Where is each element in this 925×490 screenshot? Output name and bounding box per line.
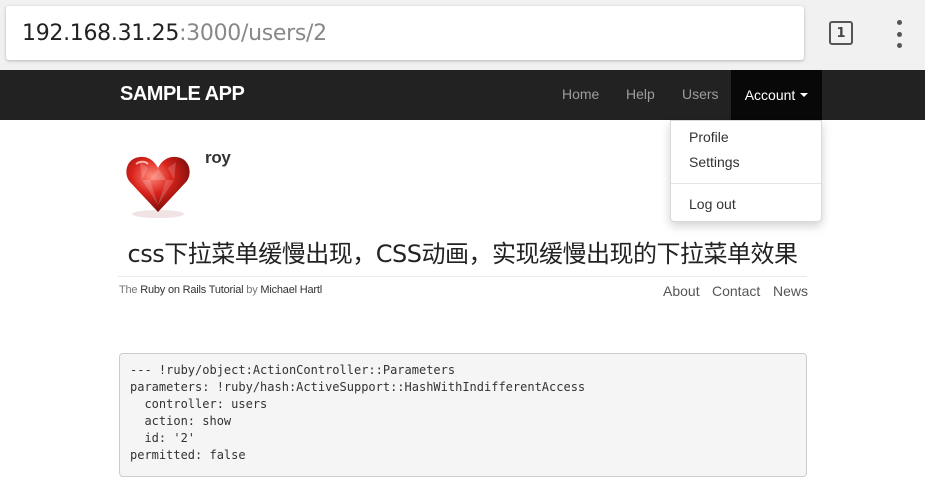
more-vertical-icon[interactable]: [893, 20, 905, 48]
heart-gem-icon: [122, 150, 194, 220]
footer-text-prefix: The: [119, 284, 141, 296]
debug-line: permitted: false: [130, 448, 246, 462]
url-path: :3000/users/2: [179, 20, 327, 46]
footer-link-contact[interactable]: Contact: [712, 283, 760, 299]
brand-logo[interactable]: SAMPLE APP: [120, 83, 245, 106]
footer-link-author[interactable]: Michael Hartl: [260, 284, 322, 296]
nav-account-label: Account: [744, 87, 796, 103]
nav-home[interactable]: Home: [562, 86, 599, 102]
overlay-caption: css下拉菜单缓慢出现，CSS动画，实现缓慢出现的下拉菜单效果: [127, 240, 798, 268]
tab-switcher-button[interactable]: 1: [829, 21, 853, 45]
debug-params: --- !ruby/object:ActionController::Param…: [119, 353, 807, 477]
navbar: SAMPLE APP Home Help Users Account: [0, 70, 925, 120]
debug-line: id: '2': [130, 431, 196, 445]
dropdown-item-logout[interactable]: Log out: [689, 196, 736, 212]
debug-line: action: show: [130, 414, 232, 428]
dropdown-divider: [671, 183, 821, 184]
footer-link-about[interactable]: About: [663, 283, 700, 299]
footer-credit: The Ruby on Rails Tutorial by Michael Ha…: [119, 284, 322, 296]
browser-chrome: 192.168.31.25:3000/users/2 1: [0, 0, 925, 70]
url-host: 192.168.31.25: [22, 20, 180, 46]
nav-account-toggle[interactable]: Account: [731, 70, 822, 120]
debug-line: controller: users: [130, 397, 268, 411]
footer-text-middle: by: [243, 284, 261, 296]
dropdown-item-profile[interactable]: Profile: [689, 129, 729, 145]
debug-line: --- !ruby/object:ActionController::Param…: [130, 363, 456, 377]
dropdown-item-settings[interactable]: Settings: [689, 154, 740, 170]
caret-down-icon: [800, 93, 809, 97]
footer-divider: [118, 276, 807, 277]
nav-help[interactable]: Help: [626, 86, 655, 102]
address-bar[interactable]: 192.168.31.25:3000/users/2: [6, 6, 804, 60]
footer-link-tutorial[interactable]: Ruby on Rails Tutorial: [140, 284, 243, 296]
nav-users[interactable]: Users: [682, 86, 719, 102]
account-dropdown: Profile Settings Log out: [670, 120, 822, 222]
debug-line: parameters: !ruby/hash:ActiveSupport::Ha…: [130, 380, 586, 394]
username-heading: roy: [205, 148, 231, 167]
footer-link-news[interactable]: News: [773, 283, 808, 299]
